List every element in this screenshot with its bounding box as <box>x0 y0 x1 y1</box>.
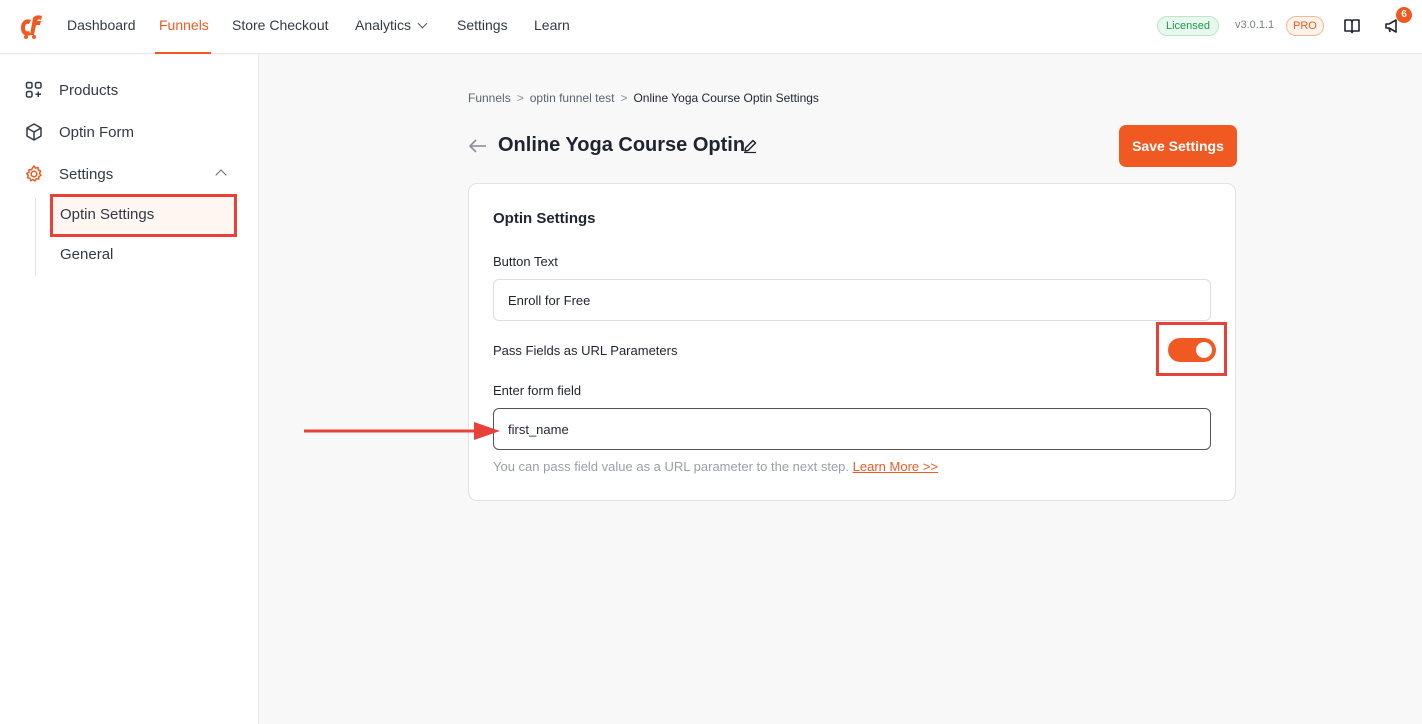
help-text-body: You can pass field value as a URL parame… <box>493 459 850 474</box>
back-arrow-icon[interactable] <box>468 137 488 155</box>
breadcrumb: Funnels > optin funnel test > Online Yoga Co… <box>468 91 819 105</box>
page-title: Online Yoga Course Optin <box>498 134 746 156</box>
nav-analytics-label: Analytics <box>355 17 412 33</box>
sidebar-item-label: Settings <box>59 165 114 183</box>
sidebar-item-products[interactable]: Products <box>24 79 118 101</box>
help-text: You can pass field value as a URL parame… <box>493 459 938 474</box>
cube-icon <box>26 123 42 141</box>
form-field-label: Enter form field <box>493 383 582 398</box>
top-navigation: Dashboard Funnels Store Checkout Analyti… <box>0 0 1422 54</box>
breadcrumb-separator: > <box>620 91 628 105</box>
pro-badge: PRO <box>1286 16 1324 36</box>
sidebar-subitem-general[interactable]: General <box>60 246 113 263</box>
save-settings-button[interactable]: Save Settings <box>1119 125 1237 167</box>
nav-store-checkout[interactable]: Store Checkout <box>232 17 329 33</box>
breadcrumb-separator: > <box>516 91 524 105</box>
submenu-divider <box>35 198 36 276</box>
learn-more-link[interactable]: Learn More >> <box>853 459 938 474</box>
sidebar-item-settings[interactable]: Settings <box>24 163 113 185</box>
pass-fields-label: Pass Fields as URL Parameters <box>493 343 678 358</box>
button-text-label: Button Text <box>493 254 558 269</box>
annotation-highlight-box <box>1156 322 1227 376</box>
book-icon[interactable] <box>1343 17 1361 35</box>
breadcrumb-funnels[interactable]: Funnels <box>468 91 511 105</box>
sidebar-item-label: Optin Form <box>59 123 135 141</box>
licensed-badge: Licensed <box>1157 16 1220 36</box>
chevron-up-icon[interactable] <box>215 169 227 181</box>
sidebar: Products Optin Form Settings Optin Setti… <box>0 55 259 724</box>
form-field-input[interactable] <box>493 408 1211 450</box>
pencil-icon[interactable] <box>742 138 758 154</box>
nav-dashboard[interactable]: Dashboard <box>67 17 136 33</box>
optin-settings-card <box>468 183 1236 501</box>
breadcrumb-current: Online Yoga Course Optin Settings <box>633 91 819 105</box>
notification-count-badge: 6 <box>1396 7 1412 23</box>
annotation-highlight-box <box>50 194 237 237</box>
card-title: Optin Settings <box>493 210 596 227</box>
gear-icon <box>26 165 42 182</box>
chevron-down-icon <box>417 18 428 29</box>
version-label: v3.0.1.1 <box>1235 19 1275 31</box>
nav-active-underline <box>155 52 211 54</box>
annotation-arrow-icon <box>304 422 500 440</box>
sidebar-item-optin-form[interactable]: Optin Form <box>24 121 134 143</box>
cartflows-logo-icon[interactable] <box>17 12 45 40</box>
nav-settings[interactable]: Settings <box>457 17 508 33</box>
nav-funnels[interactable]: Funnels <box>159 17 209 33</box>
grid-plus-icon <box>25 81 42 98</box>
nav-learn[interactable]: Learn <box>534 17 570 33</box>
nav-analytics[interactable]: Analytics <box>355 17 428 33</box>
sidebar-item-label: Products <box>59 81 119 99</box>
button-text-input[interactable] <box>493 279 1211 321</box>
breadcrumb-funnel[interactable]: optin funnel test <box>530 91 615 105</box>
